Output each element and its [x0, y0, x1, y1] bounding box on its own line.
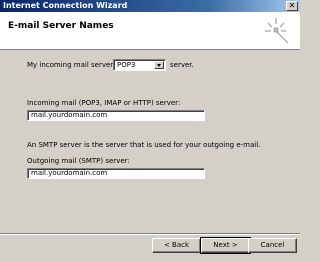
title-bar: Internet Connection Wizard ✕ — [0, 0, 300, 12]
window-title: Internet Connection Wizard — [3, 1, 128, 10]
footer-separator — [0, 233, 300, 235]
incoming-type-value: POP3 — [117, 61, 136, 69]
close-icon: ✕ — [288, 1, 296, 10]
page-title: E-mail Server Names — [8, 21, 114, 31]
outgoing-server-label: Outgoing mail (SMTP) server: — [27, 157, 130, 165]
cancel-button[interactable]: Cancel — [248, 238, 297, 253]
smtp-note: An SMTP server is the server that is use… — [27, 141, 261, 149]
back-button[interactable]: < Back — [152, 238, 201, 253]
incoming-server-label: Incoming mail (POP3, IMAP or HTTP) serve… — [27, 99, 181, 107]
outgoing-server-input[interactable]: mail.yourdomain.com — [27, 168, 205, 179]
chevron-down-icon[interactable] — [154, 61, 164, 69]
next-button[interactable]: Next > — [200, 237, 251, 254]
incoming-type-suffix: server. — [170, 61, 194, 69]
close-button[interactable]: ✕ — [286, 1, 298, 11]
incoming-type-select[interactable]: POP3 — [113, 59, 166, 71]
wizard-sparkle-icon — [265, 18, 289, 44]
wizard-header: E-mail Server Names — [0, 12, 300, 50]
wizard-window: Internet Connection Wizard ✕ E-mail Serv… — [0, 0, 300, 262]
incoming-server-input[interactable]: mail.yourdomain.com — [27, 110, 205, 121]
